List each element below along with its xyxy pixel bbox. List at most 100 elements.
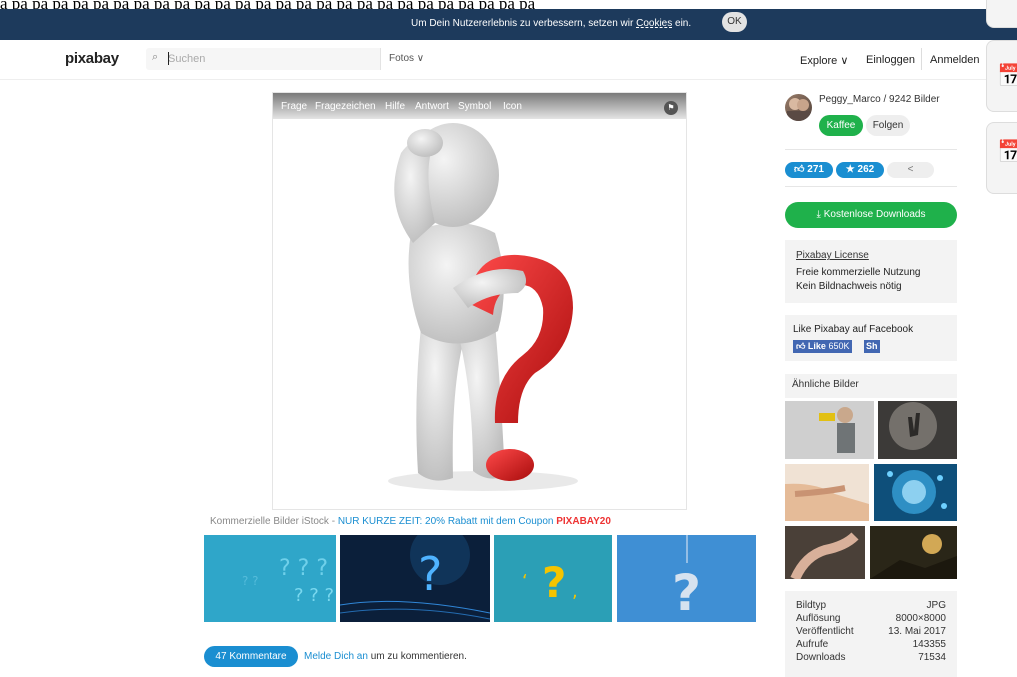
tag-bar: Frage Fragezeichen Hilfe Antwort Symbol …: [273, 93, 686, 119]
cookie-text-end: ein.: [675, 18, 692, 29]
svg-text:‘: ‘: [522, 571, 528, 592]
main-image[interactable]: Frage Fragezeichen Hilfe Antwort Symbol …: [272, 92, 687, 510]
detail-value: 143355: [912, 639, 946, 650]
license-line: Kein Bildnachweis nötig: [796, 281, 902, 292]
notification-card[interactable]: 📅: [986, 40, 1017, 112]
author-avatar[interactable]: [785, 94, 812, 121]
cookie-text: Um Dein Nutzererlebnis zu verbessern, se…: [411, 18, 634, 29]
calendar-icon: 📅: [997, 63, 1017, 88]
facebook-box: Like Pixabay auf Facebook 👍︎ Like 650K S…: [785, 315, 957, 361]
svg-text:? ? ?: ? ? ?: [279, 556, 328, 581]
nav-divider: [921, 48, 922, 70]
image-details: Bildtyp JPG Auflösung 8000×8000 Veröffentl…: [785, 591, 957, 677]
download-button[interactable]: ⤓ Kostenlose Downloads: [785, 202, 957, 228]
cookie-message: Um Dein Nutzererlebnis zu verbessern, se…: [411, 18, 691, 29]
comments-count-button[interactable]: 47 Kommentare: [204, 646, 298, 667]
favorite-button[interactable]: ★ 262: [836, 162, 884, 178]
like-count: 271: [807, 164, 824, 175]
thumbs-up-icon: 👍︎: [794, 164, 805, 175]
detail-row: Auflösung 8000×8000: [796, 613, 946, 624]
license-box: Pixabay License Freie kommerzielle Nutzu…: [785, 240, 957, 303]
login-link[interactable]: Einloggen: [866, 54, 915, 66]
search-box: ⌕ Fotos ∨: [146, 48, 434, 70]
svg-text:,: ,: [572, 581, 578, 602]
istock-thumbnail[interactable]: ?: [340, 535, 490, 622]
search-icon[interactable]: ⌕: [152, 51, 158, 64]
svg-text:? ? ?: ? ? ?: [294, 585, 334, 606]
istock-thumbnail[interactable]: ? ‘ ,: [494, 535, 612, 622]
notification-card[interactable]: 📅: [986, 122, 1017, 194]
favorite-count: 262: [857, 164, 875, 175]
login-to-comment-link[interactable]: Melde Dich an: [304, 651, 368, 662]
cookie-bar: Um Dein Nutzererlebnis zu verbessern, se…: [0, 9, 1017, 40]
istock-coupon-code: PIXABAY20: [556, 516, 611, 527]
calendar-icon: 📅: [997, 139, 1017, 164]
explore-menu[interactable]: Explore ∨: [800, 54, 848, 67]
notification-card[interactable]: [986, 0, 1017, 28]
istock-prefix: Kommerzielle Bilder iStock -: [210, 516, 338, 527]
flag-icon[interactable]: ⚑: [664, 101, 678, 115]
similar-image[interactable]: [878, 401, 957, 459]
header: pixabay ⌕ Fotos ∨ Explore ∨ Einloggen An…: [0, 40, 1017, 80]
similar-image[interactable]: [785, 401, 874, 459]
detail-label: Aufrufe: [796, 639, 829, 650]
like-button[interactable]: 👍︎ 271: [785, 162, 833, 178]
detail-value: 8000×8000: [895, 613, 946, 624]
svg-text:?: ?: [672, 564, 701, 622]
detail-row: Aufrufe 143355: [796, 639, 946, 650]
fb-like-label: Like: [807, 341, 826, 351]
similar-image[interactable]: [785, 464, 869, 521]
cookie-ok-button[interactable]: OK: [722, 12, 747, 32]
search-input[interactable]: [168, 51, 368, 67]
thumbs-up-icon: 👍︎: [796, 341, 806, 351]
detail-row: Veröffentlicht 13. Mai 2017: [796, 626, 946, 637]
detail-label: Downloads: [796, 652, 846, 663]
fb-like-count: 650K: [828, 341, 850, 351]
detail-value: 13. Mai 2017: [888, 626, 946, 637]
detail-row: Downloads 71534: [796, 652, 946, 663]
istock-thumbnail[interactable]: ?: [617, 535, 756, 622]
download-label: Kostenlose Downloads: [823, 209, 926, 220]
coffee-button[interactable]: Kaffee: [819, 115, 863, 136]
cookies-link[interactable]: Cookies: [636, 18, 672, 29]
media-type-select[interactable]: Fotos ∨: [380, 48, 434, 70]
istock-thumbnail[interactable]: ? ? ? ? ? ? ? ?: [204, 535, 336, 622]
detail-row: Bildtyp JPG: [796, 600, 946, 611]
detail-value: 71534: [918, 652, 946, 663]
follow-button[interactable]: Folgen: [866, 115, 910, 136]
star-icon: ★: [845, 164, 855, 175]
istock-promo-link[interactable]: NUR KURZE ZEIT: 20% Rabatt mit dem Coupo…: [338, 516, 556, 527]
similar-image[interactable]: [785, 526, 865, 579]
author-name[interactable]: Peggy_Marco / 9242 Bilder: [819, 94, 940, 105]
tag-link[interactable]: Fragezeichen: [315, 101, 376, 112]
register-link[interactable]: Anmelden: [930, 54, 980, 66]
svg-text:?: ?: [542, 558, 566, 607]
similar-image[interactable]: [870, 526, 957, 579]
download-icon: ⤓: [816, 209, 821, 220]
svg-text:?: ?: [418, 547, 442, 601]
facebook-like-button[interactable]: 👍︎ Like 650K: [793, 340, 853, 353]
detail-label: Auflösung: [796, 613, 841, 624]
license-line: Freie kommerzielle Nutzung: [796, 267, 921, 278]
divider: [785, 186, 957, 187]
divider: [785, 149, 957, 150]
license-link[interactable]: Pixabay License: [796, 250, 869, 261]
share-icon: <: [907, 164, 914, 175]
tag-link[interactable]: Frage: [281, 101, 307, 112]
svg-text:? ?: ? ?: [242, 574, 259, 588]
question-figure-illustration: [388, 123, 578, 491]
similar-image[interactable]: [874, 464, 957, 521]
share-button[interactable]: <: [887, 162, 934, 178]
tag-link[interactable]: Icon: [503, 101, 522, 112]
pixabay-logo[interactable]: pixabay: [65, 50, 119, 67]
comments-prompt: Melde Dich an um zu kommentieren.: [304, 651, 467, 662]
tag-link[interactable]: Symbol: [458, 101, 491, 112]
text-cursor: [168, 52, 169, 65]
facebook-share-button[interactable]: Sh: [864, 340, 880, 353]
detail-label: Veröffentlicht: [796, 626, 854, 637]
avatar-image: [787, 98, 811, 121]
detail-value: JPG: [926, 600, 946, 611]
tag-link[interactable]: Hilfe: [385, 101, 405, 112]
istock-promo: Kommerzielle Bilder iStock - NUR KURZE Z…: [210, 516, 611, 527]
tag-link[interactable]: Antwort: [415, 101, 449, 112]
